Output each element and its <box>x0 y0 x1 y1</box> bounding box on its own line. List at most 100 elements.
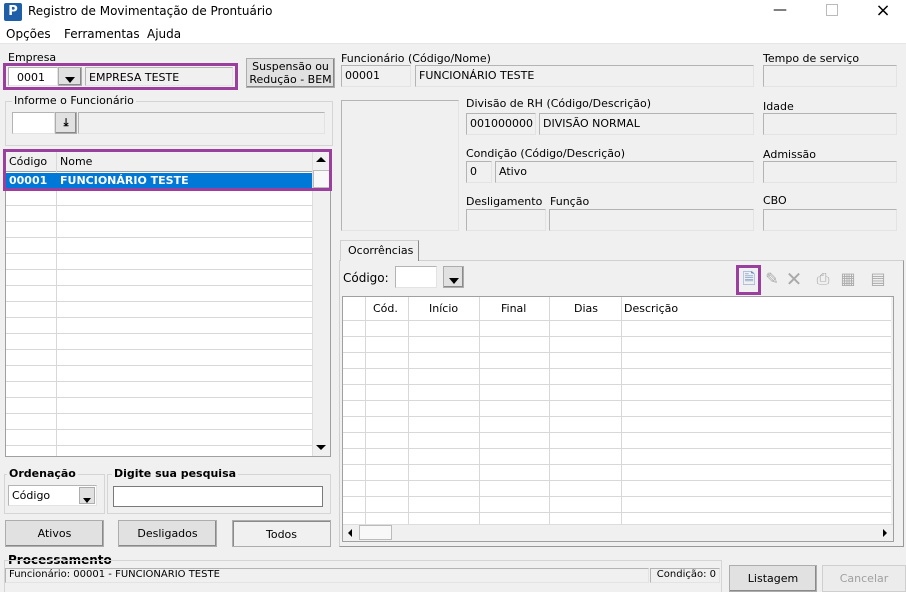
chevron-down-icon <box>448 278 459 284</box>
desligamento-label: Desligamento <box>466 195 543 208</box>
maximize-button[interactable] <box>826 4 838 16</box>
empty-row[interactable] <box>343 337 893 353</box>
empty-row[interactable] <box>343 385 893 401</box>
minimize-button[interactable]: — <box>770 2 790 22</box>
chevron-down-icon[interactable] <box>79 487 95 504</box>
divisao-label: Divisão de RH (Código/Descrição) <box>466 97 652 110</box>
pesquisa-input[interactable] <box>113 486 323 507</box>
suspensao-reducao-bem-button[interactable]: Suspensão ou Redução - BEM <box>246 58 335 88</box>
processamento-condicao: Condição: 0 <box>650 568 720 583</box>
column-header-final[interactable]: Final <box>501 302 526 315</box>
scroll-thumb[interactable] <box>359 525 392 540</box>
app-icon: P <box>4 3 22 21</box>
suspensao-line2: Redução - BEM <box>249 73 332 86</box>
scroll-down-icon[interactable] <box>316 445 326 450</box>
tempo-servico-label: Tempo de serviço <box>763 52 860 65</box>
highlight-box <box>3 149 332 191</box>
empty-row[interactable] <box>6 366 312 382</box>
cbo-label: CBO <box>763 194 787 207</box>
empty-row[interactable] <box>6 398 312 414</box>
idade-field <box>763 113 897 135</box>
menu-opcoes[interactable]: Opções <box>6 27 51 41</box>
empty-row[interactable] <box>6 414 312 430</box>
empty-row[interactable] <box>343 369 893 385</box>
ordenacao-value: Código <box>12 489 51 502</box>
delete-x-icon[interactable]: ✕ <box>784 268 804 290</box>
menu-ajuda[interactable]: Ajuda <box>147 27 181 41</box>
empty-row[interactable] <box>343 321 893 337</box>
download-icon: ⤓ <box>63 116 69 129</box>
ocorrencia-dropdown-button[interactable] <box>443 266 464 288</box>
admissao-field <box>763 161 897 183</box>
condicao-code-field: 0 <box>466 161 492 183</box>
vertical-scrollbar[interactable] <box>312 151 330 456</box>
empty-row[interactable] <box>6 238 312 254</box>
cbo-field <box>763 209 897 231</box>
empty-row[interactable] <box>6 382 312 398</box>
empty-row[interactable] <box>6 286 312 302</box>
tempo-servico-field <box>763 65 897 87</box>
ordenacao-select[interactable]: Código <box>8 485 97 506</box>
highlight-box <box>3 63 238 90</box>
empty-row[interactable] <box>6 430 312 446</box>
empty-row[interactable] <box>6 350 312 366</box>
empty-row[interactable] <box>343 433 893 449</box>
column-header-inicio[interactable]: Início <box>429 302 458 315</box>
funcionario-code-field: 00001 <box>341 65 411 87</box>
horizontal-scrollbar[interactable] <box>343 524 893 541</box>
scroll-left-icon[interactable] <box>348 529 352 537</box>
empty-row[interactable] <box>343 417 893 433</box>
funcao-label: Função <box>550 195 590 208</box>
print-icon[interactable]: ⎙ <box>813 268 833 290</box>
menu-ferramentas[interactable]: Ferramentas <box>64 27 140 41</box>
empty-row[interactable] <box>6 318 312 334</box>
desligamento-field <box>466 209 546 231</box>
ativos-button[interactable]: Ativos <box>5 520 104 547</box>
column-header-dias[interactable]: Dias <box>574 302 598 315</box>
todos-button[interactable]: Todos <box>232 520 331 547</box>
empty-row[interactable] <box>6 302 312 318</box>
listagem-button[interactable]: Listagem <box>729 565 817 592</box>
processamento-status: Funcionário: 00001 - FUNCIONÁRIO TESTE <box>5 568 649 583</box>
ocorrencia-codigo-input[interactable] <box>395 266 437 288</box>
menu-bar: Opções Ferramentas Ajuda <box>0 24 906 44</box>
column-header-cod[interactable]: Cód. <box>373 302 398 315</box>
suspensao-line1: Suspensão ou <box>252 60 329 73</box>
empty-row[interactable] <box>343 401 893 417</box>
ordenacao-label: Ordenação <box>7 467 78 480</box>
scroll-right-icon[interactable] <box>883 529 887 537</box>
informe-label: Informe o Funcionário <box>12 94 136 107</box>
ocorrencias-grid[interactable]: Cód. Início Final Dias Descrição <box>342 296 894 542</box>
pesquisa-label: Digite sua pesquisa <box>112 467 239 480</box>
search-download-button[interactable]: ⤓ <box>55 112 77 134</box>
empty-row[interactable] <box>6 334 312 350</box>
empty-row[interactable] <box>343 497 893 513</box>
funcionario-name-display: FUNCIONÁRIO TESTE <box>415 65 754 87</box>
close-button[interactable]: × <box>873 0 893 22</box>
empty-row[interactable] <box>6 254 312 270</box>
funcionario-code-input[interactable] <box>12 112 55 134</box>
funcionario-label: Funcionário (Código/Nome) <box>341 52 491 65</box>
empty-row[interactable] <box>6 222 312 238</box>
empty-row[interactable] <box>343 465 893 481</box>
column-header-descricao[interactable]: Descrição <box>624 302 678 315</box>
empty-row[interactable] <box>343 481 893 497</box>
condicao-desc-field: Ativo <box>495 161 754 183</box>
empty-row[interactable] <box>343 353 893 369</box>
desligados-button[interactable]: Desligados <box>118 520 217 547</box>
title-bar: P Registro de Movimentação de Prontuário… <box>0 0 906 24</box>
highlight-box <box>736 265 761 295</box>
tab-ocorrencias[interactable]: Ocorrências <box>340 240 419 261</box>
funcionario-name-field <box>78 112 325 134</box>
empty-row[interactable] <box>6 270 312 286</box>
cancelar-button[interactable]: Cancelar <box>822 565 906 592</box>
window-title: Registro de Movimentação de Prontuário <box>28 4 273 18</box>
edit-pencil-icon[interactable]: ✎ <box>762 268 782 290</box>
empty-row[interactable] <box>343 449 893 465</box>
preview-icon[interactable]: ▤ <box>868 268 888 290</box>
funcao-field <box>549 209 754 231</box>
empty-row[interactable] <box>6 190 312 206</box>
export-icon[interactable]: ▦ <box>838 268 858 290</box>
empty-row[interactable] <box>6 206 312 222</box>
employee-grid[interactable]: Código Nome 00001 FUNCIONÁRIO TESTE <box>5 150 331 457</box>
